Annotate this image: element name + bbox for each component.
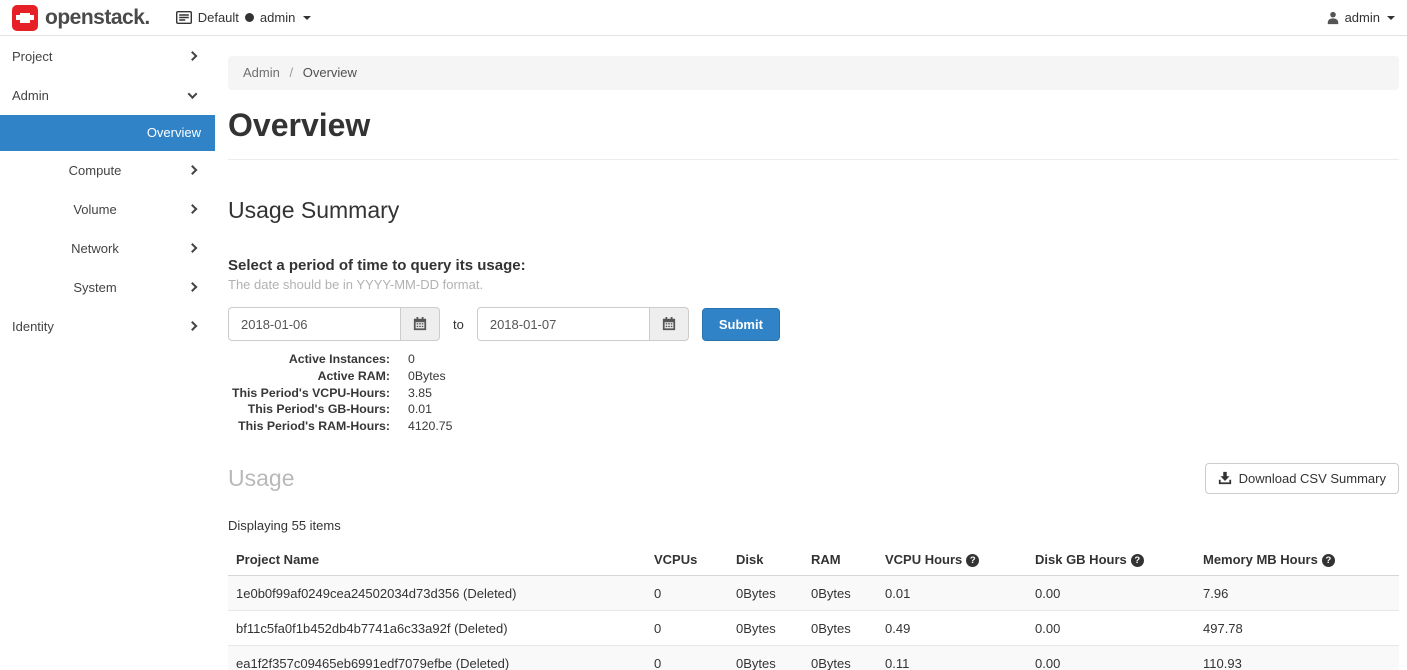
help-icon[interactable]: ? — [1322, 554, 1335, 567]
date-to-calendar-button[interactable] — [649, 307, 689, 341]
user-menu[interactable]: admin — [1326, 10, 1395, 25]
domain-label: Default — [198, 10, 239, 25]
sidebar-item-volume[interactable]: Volume — [0, 190, 215, 229]
breadcrumb: Admin / Overview — [228, 56, 1399, 90]
usage-summary-heading: Usage Summary — [228, 197, 1399, 224]
usage-table-header: Usage Download CSV Summary — [228, 463, 1399, 494]
sidebar-item-project[interactable]: Project — [0, 37, 215, 76]
sidebar-item-system[interactable]: System — [0, 268, 215, 307]
col-project-name[interactable]: Project Name — [228, 544, 646, 576]
to-label: to — [453, 317, 464, 332]
download-icon — [1218, 471, 1232, 485]
openstack-brand[interactable]: openstack. — [12, 5, 150, 31]
usage-table: Project Name VCPUs Disk RAM VCPU Hours? … — [228, 544, 1399, 670]
cell-project-name: ea1f2f357c09465eb6991edf7079efbe (Delete… — [228, 645, 646, 670]
domain-project-switcher[interactable]: Default admin — [176, 10, 312, 25]
top-navbar: openstack. Default admin admin — [0, 0, 1407, 36]
stat-active-instances: Active Instances: 0 — [228, 351, 1399, 368]
breadcrumb-admin[interactable]: Admin — [243, 65, 280, 80]
download-csv-label: Download CSV Summary — [1239, 471, 1386, 486]
username-label: admin — [1345, 10, 1380, 25]
usage-heading: Usage — [228, 465, 294, 492]
brand-text: openstack. — [45, 6, 150, 30]
date-to-input[interactable] — [477, 307, 649, 341]
table-row: 1e0b0f99af0249cea24502034d73d356 (Delete… — [228, 575, 1399, 610]
user-icon — [1326, 11, 1340, 25]
table-header-row: Project Name VCPUs Disk RAM VCPU Hours? … — [228, 544, 1399, 576]
stat-vcpu-hours: This Period's VCPU-Hours: 3.85 — [228, 385, 1399, 402]
submit-button[interactable]: Submit — [702, 308, 780, 341]
date-to-group — [477, 307, 689, 341]
openstack-logo-icon — [12, 5, 38, 31]
sidebar-item-overview[interactable]: Overview — [0, 115, 215, 151]
col-disk-gb-hours[interactable]: Disk GB Hours? — [1027, 544, 1195, 576]
project-label: admin — [260, 10, 295, 25]
main-content: Admin / Overview Overview Usage Summary … — [215, 36, 1407, 670]
date-from-calendar-button[interactable] — [400, 307, 440, 341]
usage-stats: Active Instances: 0 Active RAM: 0Bytes T… — [228, 351, 1399, 435]
sidebar-item-identity[interactable]: Identity — [0, 307, 215, 346]
sidebar-item-compute[interactable]: Compute — [0, 151, 215, 190]
caret-down-icon — [303, 16, 311, 20]
col-vcpu-hours[interactable]: VCPU Hours? — [877, 544, 1027, 576]
stat-active-ram: Active RAM: 0Bytes — [228, 368, 1399, 385]
col-vcpus[interactable]: VCPUs — [646, 544, 728, 576]
date-from-group — [228, 307, 440, 341]
col-ram[interactable]: RAM — [803, 544, 877, 576]
project-dot-icon — [245, 13, 254, 22]
date-format-hint: The date should be in YYYY-MM-DD format. — [228, 277, 1399, 292]
date-from-input[interactable] — [228, 307, 400, 341]
side-navigation: Project Admin Overview Compute Volume Ne… — [0, 36, 215, 670]
sidebar-item-network[interactable]: Network — [0, 229, 215, 268]
col-memory-mb-hours[interactable]: Memory MB Hours? — [1195, 544, 1399, 576]
date-query-prompt: Select a period of time to query its usa… — [228, 257, 1399, 274]
table-row: bf11c5fa0f1b452db4b7741a6c33a92f (Delete… — [228, 610, 1399, 645]
caret-down-icon — [1387, 16, 1395, 20]
page-title: Overview — [228, 107, 1399, 144]
download-csv-button[interactable]: Download CSV Summary — [1205, 463, 1399, 494]
calendar-icon — [662, 317, 676, 331]
col-disk[interactable]: Disk — [728, 544, 803, 576]
breadcrumb-overview: Overview — [303, 65, 357, 80]
cell-project-name: 1e0b0f99af0249cea24502034d73d356 (Delete… — [228, 575, 646, 610]
table-row: ea1f2f357c09465eb6991edf7079efbe (Delete… — [228, 645, 1399, 670]
calendar-icon — [413, 317, 427, 331]
help-icon[interactable]: ? — [1131, 554, 1144, 567]
breadcrumb-separator: / — [289, 65, 293, 80]
items-count: Displaying 55 items — [228, 518, 1399, 533]
stat-ram-hours: This Period's RAM-Hours: 4120.75 — [228, 418, 1399, 435]
cell-project-name: bf11c5fa0f1b452db4b7741a6c33a92f (Delete… — [228, 610, 646, 645]
usage-date-form: to Submit — [228, 307, 1399, 341]
title-divider — [228, 159, 1399, 160]
stat-gb-hours: This Period's GB-Hours: 0.01 — [228, 401, 1399, 418]
sidebar-item-admin[interactable]: Admin — [0, 76, 215, 115]
help-icon[interactable]: ? — [966, 554, 979, 567]
context-switcher-icon — [176, 11, 192, 24]
